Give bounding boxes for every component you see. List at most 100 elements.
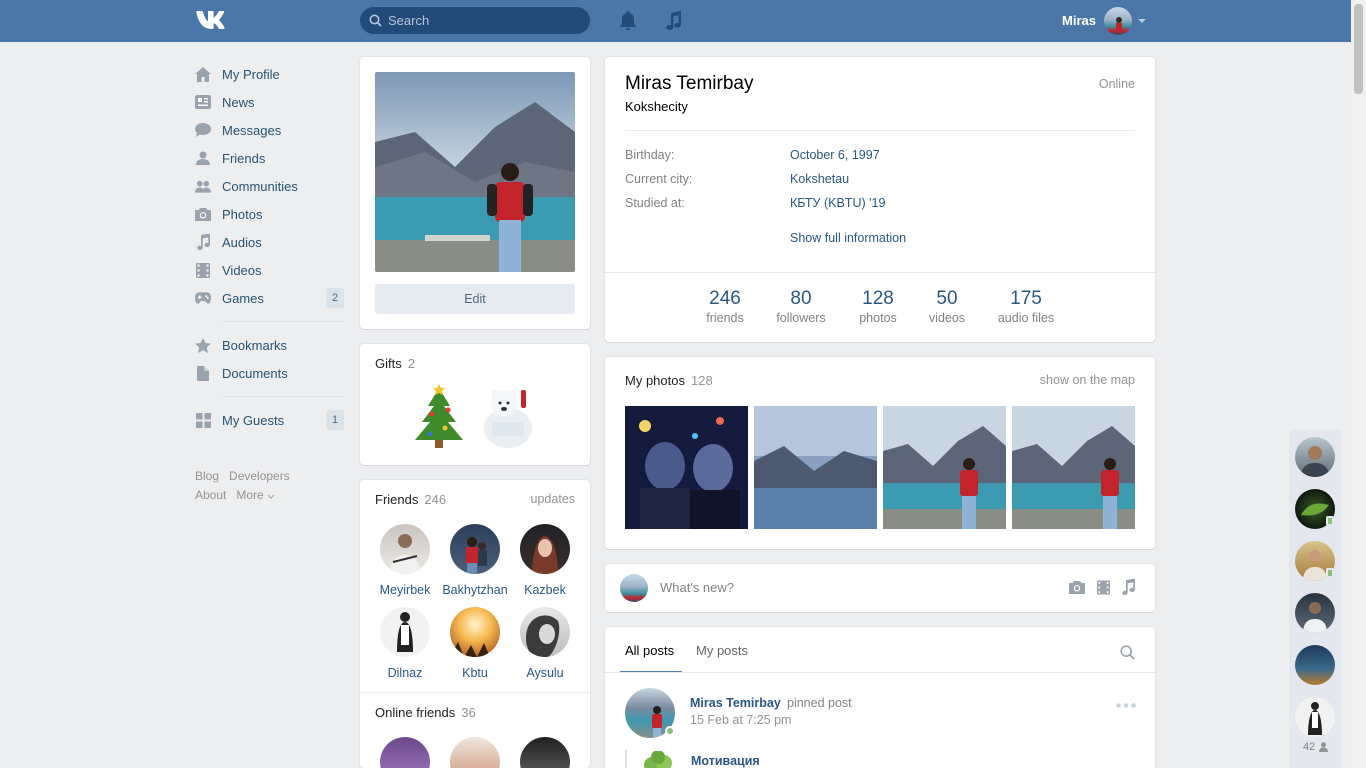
photos-card: My photos 128 show on the map [605, 357, 1155, 549]
search-icon[interactable] [1120, 645, 1135, 660]
vk-logo-icon[interactable] [195, 9, 228, 31]
post-author-name[interactable]: Miras Temirbay [690, 696, 781, 710]
sidebar-item-audios[interactable]: Audios [195, 228, 345, 256]
sidebar-item-friends[interactable]: Friends [195, 144, 345, 172]
counter-number: 80 [790, 288, 812, 309]
sidebar-item-my-guests[interactable]: My Guests 1 [195, 406, 345, 434]
online-friend-avatar[interactable] [450, 737, 500, 768]
friend-item[interactable]: Aysulu [510, 607, 580, 680]
developers-link[interactable]: Developers [229, 469, 290, 483]
avatar-card: Edit [360, 57, 590, 329]
post-date[interactable]: 15 Feb at 7:25 pm [690, 713, 791, 727]
sidebar-nav: My Profile News Messages Friends Communi… [195, 60, 345, 434]
more-link[interactable]: More [236, 488, 275, 502]
photos-header[interactable]: My photos 128 [625, 373, 713, 388]
counter-audio-files[interactable]: 175 audio files [990, 288, 1062, 325]
camera-icon[interactable] [1069, 581, 1085, 594]
sidebar-item-communities[interactable]: Communities [195, 172, 345, 200]
friends-count: 246 [424, 492, 447, 507]
sidebar-item-bookmarks[interactable]: Bookmarks [195, 331, 345, 359]
counter-followers[interactable]: 80 followers [771, 288, 831, 325]
divider [605, 272, 1155, 273]
video-icon[interactable] [1097, 580, 1110, 595]
friend-avatar [450, 524, 500, 574]
show-full-info-link[interactable]: Show full information [790, 231, 906, 245]
gamepad-icon [195, 290, 211, 306]
counter-number: 128 [862, 288, 894, 309]
friend-item[interactable]: Dilnaz [370, 607, 440, 680]
photo-thumb[interactable] [1012, 406, 1135, 529]
photo-thumb[interactable] [754, 406, 877, 529]
person-icon [1308, 702, 1322, 735]
search-input[interactable]: Search [388, 13, 429, 28]
gifts-header[interactable]: Gifts 2 [375, 356, 415, 371]
counter-videos[interactable]: 50 videos [923, 288, 971, 325]
bell-icon[interactable] [618, 10, 638, 32]
online-friend-avatar[interactable] [520, 737, 570, 768]
info-value-link[interactable]: October 6, 1997 [790, 148, 880, 162]
photo-thumb[interactable] [883, 406, 1006, 529]
show-on-map-link[interactable]: show on the map [1040, 373, 1135, 387]
profile-photo[interactable] [375, 72, 575, 272]
scrollbar-thumb[interactable] [1354, 4, 1363, 94]
more-options-icon[interactable] [1116, 703, 1136, 708]
sidebar-item-my-profile[interactable]: My Profile [195, 60, 345, 88]
online-friends-title: Online friends [375, 705, 456, 720]
friend-item[interactable]: Bakhytzhan [440, 524, 510, 597]
photos-title: My photos [625, 373, 685, 388]
communities-icon [195, 178, 211, 194]
music-icon[interactable] [664, 10, 684, 32]
composer-input[interactable]: What's new? [660, 580, 734, 595]
photo-thumb[interactable] [625, 406, 748, 529]
friend-item[interactable]: Kazbek [510, 524, 580, 597]
polar-bear-gift-icon[interactable] [478, 384, 538, 450]
header-avatar[interactable] [1104, 7, 1132, 35]
friends-updates-link[interactable]: updates [531, 492, 575, 506]
rail-friend-avatar[interactable] [1295, 437, 1335, 477]
counter-label: videos [928, 311, 966, 325]
profile-status[interactable]: Kokshecity [625, 99, 688, 114]
camera-icon [195, 206, 211, 222]
music-icon[interactable] [1121, 579, 1136, 595]
info-value-link[interactable]: Kokshetau [790, 172, 849, 186]
online-indicator [665, 726, 675, 736]
online-friend-avatar[interactable] [380, 737, 430, 768]
header-user-name[interactable]: Miras [1062, 13, 1096, 28]
repost-source-name[interactable]: Мотивация [691, 754, 760, 768]
sidebar-item-documents[interactable]: Documents [195, 359, 345, 387]
divider [605, 672, 1155, 673]
friend-item[interactable]: Kbtu [440, 607, 510, 680]
info-value-link[interactable]: КБТУ (KBTU) '19 [790, 196, 885, 210]
counter-label: audio files [997, 311, 1055, 325]
counter-friends[interactable]: 246 friends [699, 288, 751, 325]
sidebar-item-news[interactable]: News [195, 88, 345, 116]
sidebar-item-videos[interactable]: Videos [195, 256, 345, 284]
friend-item[interactable]: Meyirbek [370, 524, 440, 597]
friends-header[interactable]: Friends 246 [375, 492, 446, 507]
christmas-tree-gift-icon[interactable] [410, 384, 468, 450]
sidebar-item-games[interactable]: Games 2 [195, 284, 345, 312]
sidebar-item-photos[interactable]: Photos [195, 200, 345, 228]
scrollbar[interactable] [1351, 0, 1366, 768]
tab-my-posts[interactable]: My posts [696, 643, 748, 658]
online-friends-header[interactable]: Online friends 36 [375, 705, 476, 720]
sidebar-item-messages[interactable]: Messages [195, 116, 345, 144]
about-link[interactable]: About [195, 488, 226, 502]
counter-photos[interactable]: 128 photos [852, 288, 904, 325]
rail-friend-avatar[interactable] [1295, 697, 1335, 737]
friend-name: Aysulu [526, 666, 564, 680]
mobile-online-indicator [1326, 568, 1334, 578]
edit-profile-button[interactable]: Edit [375, 284, 575, 314]
blog-link[interactable]: Blog [195, 469, 219, 483]
mobile-online-indicator [1326, 516, 1334, 526]
rail-friend-avatar[interactable] [1295, 645, 1335, 685]
chevron-down-icon[interactable] [1138, 19, 1146, 23]
online-count[interactable]: 42 [1303, 741, 1329, 753]
messages-icon [195, 122, 211, 138]
tab-all-posts[interactable]: All posts [625, 643, 674, 658]
search-bar[interactable]: Search [360, 7, 590, 34]
counter-label: followers [776, 311, 826, 325]
gifts-count: 2 [407, 356, 415, 371]
friend-name: Meyirbek [379, 583, 431, 597]
rail-friend-avatar[interactable] [1295, 593, 1335, 633]
